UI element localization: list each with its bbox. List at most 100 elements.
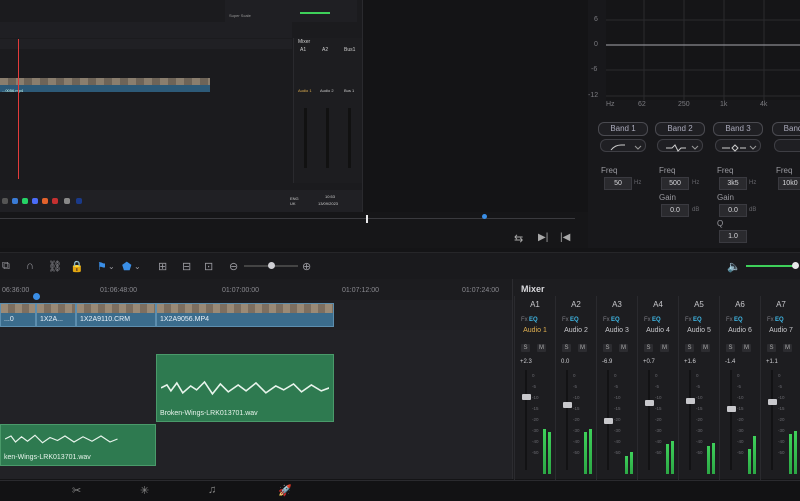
fader-handle[interactable] — [563, 402, 572, 408]
band-4-type-select[interactable] — [774, 139, 800, 152]
band-3-freq-field[interactable]: 3k5 — [719, 177, 747, 190]
band-3-gain-label: Gain — [717, 193, 734, 202]
solo-button[interactable]: S — [521, 344, 530, 352]
speaker-icon[interactable]: 🔈 — [727, 260, 741, 273]
fader-handle[interactable] — [522, 394, 531, 400]
eq-button[interactable]: EQ — [652, 317, 661, 323]
band-4-label[interactable]: Band — [772, 122, 800, 136]
band-3-type-select[interactable] — [715, 139, 761, 152]
eq-button[interactable]: EQ — [529, 317, 538, 323]
fairlight-page-icon[interactable]: ♫ — [208, 484, 216, 496]
eq-250: 250 — [678, 101, 690, 108]
fx-label[interactable]: Fx — [685, 317, 692, 323]
trim-tool-icon[interactable]: ⧉ — [2, 260, 10, 273]
timeline-playhead-marker[interactable] — [33, 293, 40, 300]
fx-label[interactable]: Fx — [521, 317, 528, 323]
meter-scale: 0 -5 -10 -15 -20 -30 -40 -50 — [655, 373, 662, 455]
band-3-label[interactable]: Band 3 — [713, 122, 763, 136]
eq-button[interactable]: EQ — [570, 317, 579, 323]
scrub-bar[interactable] — [0, 218, 575, 219]
solo-button[interactable]: S — [603, 344, 612, 352]
audio-clip-2[interactable]: ken-Wings-LRK013701.wav — [0, 424, 156, 466]
meter-right — [671, 441, 674, 474]
flag-icon[interactable]: ⚑ — [97, 260, 107, 273]
fx-label[interactable]: Fx — [726, 317, 733, 323]
video-clip-2[interactable]: 1X2A... — [36, 303, 76, 327]
timeline-ruler[interactable]: 06:36:00 01:06:48:00 01:07:00:00 01:07:1… — [0, 279, 512, 300]
solo-button[interactable]: S — [685, 344, 694, 352]
band-1-label[interactable]: Band 1 — [598, 122, 648, 136]
eq-button[interactable]: EQ — [693, 317, 702, 323]
band-1-type-select[interactable] — [600, 139, 646, 152]
mute-button[interactable]: M — [783, 344, 792, 352]
fx-label[interactable]: Fx — [562, 317, 569, 323]
fx-label[interactable]: Fx — [603, 317, 610, 323]
fader-track[interactable] — [730, 370, 732, 470]
band-1-freq-field[interactable]: 50 — [604, 177, 632, 190]
fader-track[interactable] — [525, 370, 527, 470]
eq-button[interactable]: EQ — [734, 317, 743, 323]
flag-dropdown-icon[interactable]: ⌄ — [108, 262, 115, 271]
timecode-1: 06:36:00 — [2, 287, 30, 294]
meter-right — [712, 443, 715, 474]
fader-track[interactable] — [566, 370, 568, 470]
fx-label[interactable]: Fx — [644, 317, 651, 323]
zoom-full-icon[interactable]: ⊞ — [158, 260, 167, 273]
solo-button[interactable]: S — [644, 344, 653, 352]
eq-button[interactable]: EQ — [611, 317, 620, 323]
monitor-volume-handle[interactable] — [792, 262, 799, 269]
zoom-in-icon[interactable]: ⊕ — [302, 260, 311, 273]
solo-button[interactable]: S — [726, 344, 735, 352]
mute-button[interactable]: M — [742, 344, 751, 352]
band-2-freq-field[interactable]: 500 — [661, 177, 689, 190]
band-2-gain-field[interactable]: 0.0 — [661, 204, 689, 217]
band-2-label[interactable]: Band 2 — [655, 122, 705, 136]
audio-clip-1-name: Broken-Wings-LRK013701.wav — [160, 410, 258, 417]
eq-button[interactable]: EQ — [775, 317, 784, 323]
band-3-q-field[interactable]: 1.0 — [719, 230, 747, 243]
fader-track[interactable] — [648, 370, 650, 470]
mute-button[interactable]: M — [660, 344, 669, 352]
fader-handle[interactable] — [727, 406, 736, 412]
zoom-custom-icon[interactable]: ⊡ — [204, 260, 213, 273]
link-icon[interactable]: ⛓ — [48, 260, 62, 273]
fader-handle[interactable] — [686, 398, 695, 404]
channel-name: Audio 6 — [728, 327, 752, 334]
scrub-playhead[interactable] — [366, 215, 368, 223]
marker-dropdown-icon[interactable]: ⌄ — [134, 262, 141, 271]
zoom-detail-icon[interactable]: ⊟ — [182, 260, 191, 273]
solo-button[interactable]: S — [562, 344, 571, 352]
fader-track[interactable] — [771, 370, 773, 470]
fusion-page-icon[interactable]: ✳ — [140, 484, 149, 497]
video-clip-1[interactable]: ...0 — [0, 303, 36, 327]
last-frame-icon[interactable]: |◀ — [560, 232, 570, 243]
video-clip-3[interactable]: 1X2A9110.CRM — [76, 303, 156, 327]
fader-handle[interactable] — [768, 399, 777, 405]
fader-track[interactable] — [689, 370, 691, 470]
band-4-freq-field[interactable]: 10k0 — [778, 177, 800, 190]
channel-name: Audio 7 — [769, 327, 793, 334]
zoom-out-icon[interactable]: ⊖ — [229, 260, 238, 273]
fader-handle[interactable] — [645, 400, 654, 406]
loop-icon[interactable]: ⇆ — [514, 232, 523, 245]
video-clip-4[interactable]: 1X2A9056.MP4 — [156, 303, 334, 327]
meter-left — [666, 444, 669, 474]
zoom-slider-handle[interactable] — [268, 262, 275, 269]
mute-button[interactable]: M — [578, 344, 587, 352]
lock-icon[interactable]: 🔒 — [70, 260, 84, 273]
solo-button[interactable]: S — [767, 344, 776, 352]
mute-button[interactable]: M — [619, 344, 628, 352]
cut-page-icon[interactable]: ✂ — [72, 484, 81, 497]
audio-clip-1[interactable]: Broken-Wings-LRK013701.wav — [156, 354, 334, 422]
marker-icon[interactable]: ⬟ — [122, 260, 132, 273]
fx-label[interactable]: Fx — [767, 317, 774, 323]
band-3-gain-field[interactable]: 0.0 — [719, 204, 747, 217]
monitor-volume-slider[interactable] — [746, 265, 796, 267]
band-2-type-select[interactable] — [657, 139, 703, 152]
snapping-icon[interactable]: ∩ — [26, 260, 34, 272]
mute-button[interactable]: M — [537, 344, 546, 352]
mute-button[interactable]: M — [701, 344, 710, 352]
next-frame-icon[interactable]: ▶| — [538, 232, 548, 243]
fader-handle[interactable] — [604, 418, 613, 424]
deliver-page-icon[interactable]: 🚀 — [278, 484, 292, 497]
